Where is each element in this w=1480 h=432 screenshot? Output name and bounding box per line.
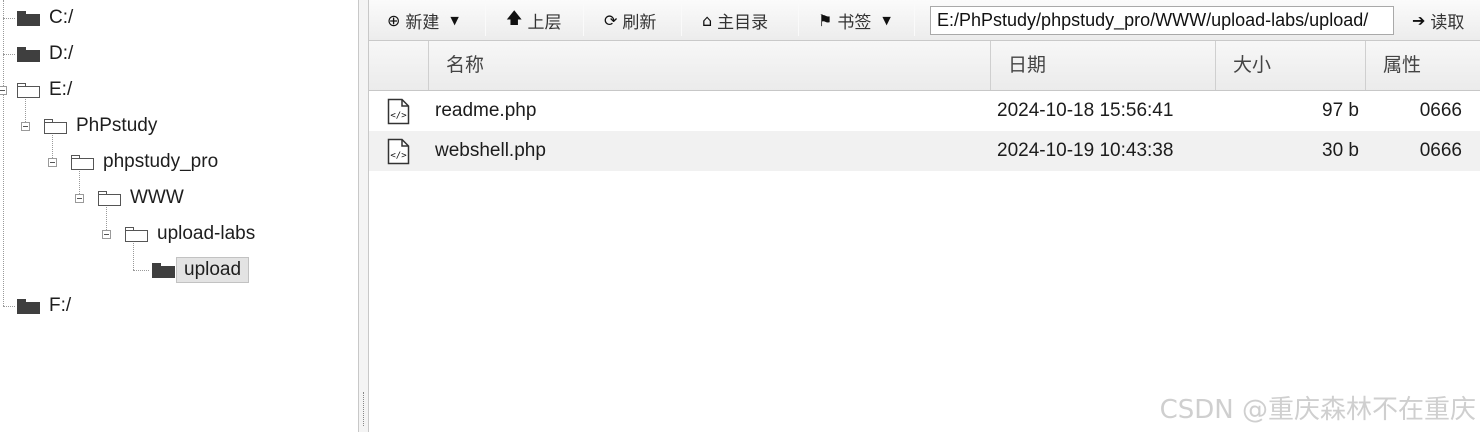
folder-open-icon bbox=[44, 118, 67, 134]
directory-tree: C:/ D:/ E:/ PhPstudy phpstudy_pro WWW up… bbox=[0, 0, 358, 432]
column-header-name[interactable]: 名称 bbox=[428, 41, 990, 90]
toolbar-separator bbox=[681, 4, 682, 36]
home-icon: ⌂ bbox=[702, 10, 713, 30]
caret-down-icon: ▼ bbox=[450, 13, 459, 27]
file-attr: 0666 bbox=[1419, 140, 1462, 161]
tree-node-label: D:/ bbox=[49, 43, 74, 64]
new-button-label: 新建 bbox=[405, 12, 440, 33]
arrow-up-icon: 🡅 bbox=[506, 7, 523, 27]
collapse-toggle-www[interactable] bbox=[75, 194, 84, 203]
toolbar: ⊕ 新建 ▼ 🡅 上层 ⟳ 刷新 ⌂ 主目录 ⚑ 书签 ▼ E:/PhPstud… bbox=[369, 0, 1480, 41]
tree-line bbox=[3, 54, 15, 55]
bookmark-icon: ⚑ bbox=[818, 10, 833, 30]
tree-node-label-selected: upload bbox=[176, 257, 250, 283]
file-size: 30 b bbox=[1322, 140, 1359, 161]
up-button-label: 上层 bbox=[527, 12, 562, 33]
column-header-size[interactable]: 大小 bbox=[1215, 41, 1365, 90]
file-name: readme.php bbox=[435, 100, 537, 121]
path-input[interactable]: E:/PhPstudy/phpstudy_pro/WWW/upload-labs… bbox=[930, 6, 1394, 35]
read-button[interactable]: ➔ 读取 bbox=[1412, 0, 1464, 40]
file-attr: 0666 bbox=[1419, 100, 1462, 121]
toolbar-separator bbox=[485, 4, 486, 36]
php-file-icon: </> bbox=[387, 138, 410, 165]
tree-node-c[interactable]: C:/ bbox=[17, 0, 73, 36]
up-level-button[interactable]: 🡅 上层 bbox=[506, 0, 561, 40]
tree-node-label: C:/ bbox=[49, 7, 74, 28]
file-browser-pane: ⊕ 新建 ▼ 🡅 上层 ⟳ 刷新 ⌂ 主目录 ⚑ 书签 ▼ E:/PhPstud… bbox=[369, 0, 1480, 432]
tree-node-label: phpstudy_pro bbox=[103, 151, 219, 172]
arrow-right-icon: ➔ bbox=[1412, 10, 1426, 30]
refresh-button[interactable]: ⟳ 刷新 bbox=[604, 0, 656, 40]
tree-node-label: WWW bbox=[130, 187, 184, 208]
column-header-attr[interactable]: 属性 bbox=[1365, 41, 1480, 90]
tree-node-f[interactable]: F:/ bbox=[17, 288, 71, 324]
collapse-toggle-upload-labs[interactable] bbox=[102, 230, 111, 239]
refresh-icon: ⟳ bbox=[604, 10, 618, 30]
toolbar-separator bbox=[914, 4, 915, 36]
folder-open-icon bbox=[17, 82, 40, 98]
table-row[interactable]: </> readme.php 2024-10-18 15:56:41 97 b … bbox=[369, 91, 1480, 131]
collapse-toggle-e[interactable] bbox=[0, 86, 7, 95]
file-table-header: 名称 日期 大小 属性 bbox=[369, 41, 1480, 91]
bookmark-dropdown-button[interactable]: ⚑ 书签 ▼ bbox=[818, 0, 891, 40]
svg-text:</>: </> bbox=[390, 111, 407, 121]
tree-node-label: PhPstudy bbox=[76, 115, 158, 136]
toolbar-separator bbox=[798, 4, 799, 36]
home-button[interactable]: ⌂ 主目录 bbox=[702, 0, 768, 40]
tree-node-phpstudy[interactable]: PhPstudy bbox=[44, 108, 157, 144]
file-name: webshell.php bbox=[435, 140, 546, 161]
php-file-icon: </> bbox=[387, 98, 410, 125]
pane-splitter[interactable] bbox=[358, 0, 369, 432]
file-date: 2024-10-19 10:43:38 bbox=[997, 140, 1174, 161]
tree-node-www[interactable]: WWW bbox=[98, 180, 184, 216]
file-size: 97 b bbox=[1322, 100, 1359, 121]
file-date: 2024-10-18 15:56:41 bbox=[997, 100, 1174, 121]
read-button-label: 读取 bbox=[1430, 12, 1465, 33]
folder-filled-icon bbox=[17, 10, 40, 26]
caret-down-icon: ▼ bbox=[882, 13, 891, 27]
folder-filled-icon bbox=[152, 262, 175, 278]
folder-open-icon bbox=[125, 226, 148, 242]
column-header-date[interactable]: 日期 bbox=[990, 41, 1215, 90]
svg-text:</>: </> bbox=[390, 151, 407, 161]
tree-node-upload[interactable]: upload bbox=[152, 252, 250, 288]
tree-node-label: E:/ bbox=[49, 79, 73, 100]
tree-node-label: F:/ bbox=[49, 295, 72, 316]
tree-line bbox=[3, 0, 4, 306]
tree-node-label: upload-labs bbox=[157, 223, 256, 244]
table-row[interactable]: </> webshell.php 2024-10-19 10:43:38 30 … bbox=[369, 131, 1480, 171]
tree-line bbox=[3, 18, 15, 19]
watermark: CSDN @重庆森林不在重庆 bbox=[1159, 395, 1476, 425]
tree-node-phpstudy-pro[interactable]: phpstudy_pro bbox=[71, 144, 218, 180]
tree-node-upload-labs[interactable]: upload-labs bbox=[125, 216, 255, 252]
tree-node-e[interactable]: E:/ bbox=[17, 72, 72, 108]
folder-open-icon bbox=[98, 190, 121, 206]
toolbar-separator bbox=[583, 4, 584, 36]
home-button-label: 主目录 bbox=[717, 12, 769, 33]
tree-line bbox=[3, 306, 15, 307]
tree-line bbox=[133, 270, 149, 271]
bookmark-button-label: 书签 bbox=[837, 12, 872, 33]
refresh-button-label: 刷新 bbox=[622, 12, 657, 33]
folder-filled-icon bbox=[17, 298, 40, 314]
plus-circle-icon: ⊕ bbox=[387, 10, 401, 30]
tree-node-d[interactable]: D:/ bbox=[17, 36, 73, 72]
collapse-toggle-phpstudy-pro[interactable] bbox=[48, 158, 57, 167]
collapse-toggle-phpstudy[interactable] bbox=[21, 122, 30, 131]
splitter-grip[interactable] bbox=[363, 392, 365, 426]
new-dropdown-button[interactable]: ⊕ 新建 ▼ bbox=[387, 0, 459, 40]
folder-filled-icon bbox=[17, 46, 40, 62]
folder-open-icon bbox=[71, 154, 94, 170]
